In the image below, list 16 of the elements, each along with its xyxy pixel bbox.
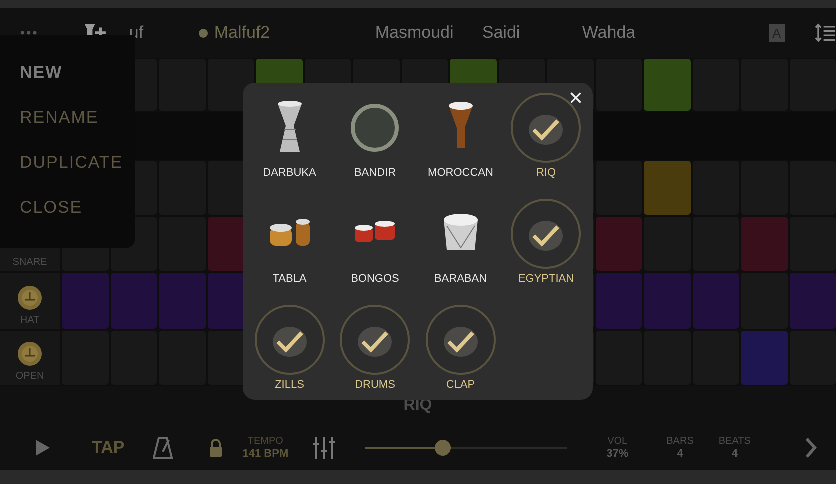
instrument-label: TABLA [272,273,307,285]
instrument-label: RIQ [536,167,556,179]
instrument-label: BONGOS [351,273,400,285]
tempo-label: TEMPO [248,434,284,448]
instrument-label: DARBUKA [263,167,316,179]
bars-value: 4 [677,448,684,460]
instrument-label: BANDIR [354,167,396,179]
beats-value: 4 [732,448,738,460]
beats-label: BEATS [718,434,751,448]
volume-label: VOL [608,434,628,448]
instrument-label: EGYPTIAN [518,273,574,285]
tempo-value: 141 BPM [242,448,289,460]
bars-label: BARS [666,434,694,448]
instrument-label: MOROCCAN [428,167,494,179]
instrument-label: BARABAN [434,273,488,285]
volume-value: 37% [606,448,629,460]
